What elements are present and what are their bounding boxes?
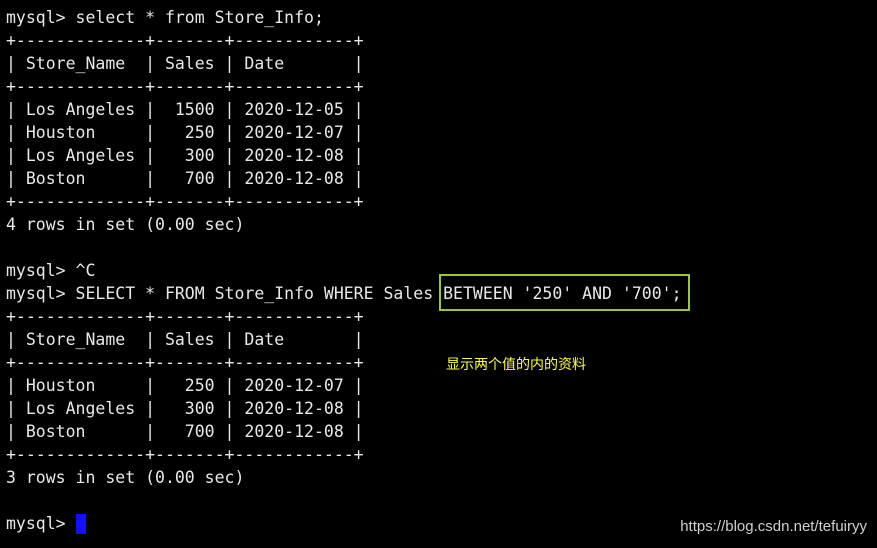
terminal-line: | Store_Name | Sales | Date | <box>6 54 364 73</box>
terminal-line: mysql> ^C <box>6 261 96 280</box>
terminal-line: mysql> select * from Store_Info; <box>6 8 324 27</box>
terminal-line: +-------------+-------+------------+ <box>6 307 364 326</box>
terminal-prompt: mysql> <box>6 514 76 533</box>
terminal-line: +-------------+-------+------------+ <box>6 445 364 464</box>
watermark: https://blog.csdn.net/tefuiryy <box>680 518 867 535</box>
terminal-line: | Los Angeles | 300 | 2020-12-08 | <box>6 146 364 165</box>
terminal-window[interactable]: mysql> select * from Store_Info; +------… <box>0 0 877 548</box>
terminal-line: | Los Angeles | 300 | 2020-12-08 | <box>6 399 364 418</box>
terminal-line: | Boston | 700 | 2020-12-08 | <box>6 422 364 441</box>
terminal-line: +-------------+-------+------------+ <box>6 31 364 50</box>
between-clause-highlight <box>439 274 690 311</box>
terminal-line: 3 rows in set (0.00 sec) <box>6 468 245 487</box>
terminal-line: 4 rows in set (0.00 sec) <box>6 215 245 234</box>
terminal-line: | Houston | 250 | 2020-12-07 | <box>6 123 364 142</box>
terminal-line: | Houston | 250 | 2020-12-07 | <box>6 376 364 395</box>
text-cursor[interactable] <box>76 514 86 534</box>
terminal-line: +-------------+-------+------------+ <box>6 192 364 211</box>
terminal-line: | Store_Name | Sales | Date | <box>6 330 364 349</box>
annotation-note: 显示两个值的内的资料 <box>446 357 586 373</box>
terminal-line: +-------------+-------+------------+ <box>6 353 364 372</box>
terminal-line: +-------------+-------+------------+ <box>6 77 364 96</box>
terminal-line: | Boston | 700 | 2020-12-08 | <box>6 169 364 188</box>
terminal-line: | Los Angeles | 1500 | 2020-12-05 | <box>6 100 364 119</box>
